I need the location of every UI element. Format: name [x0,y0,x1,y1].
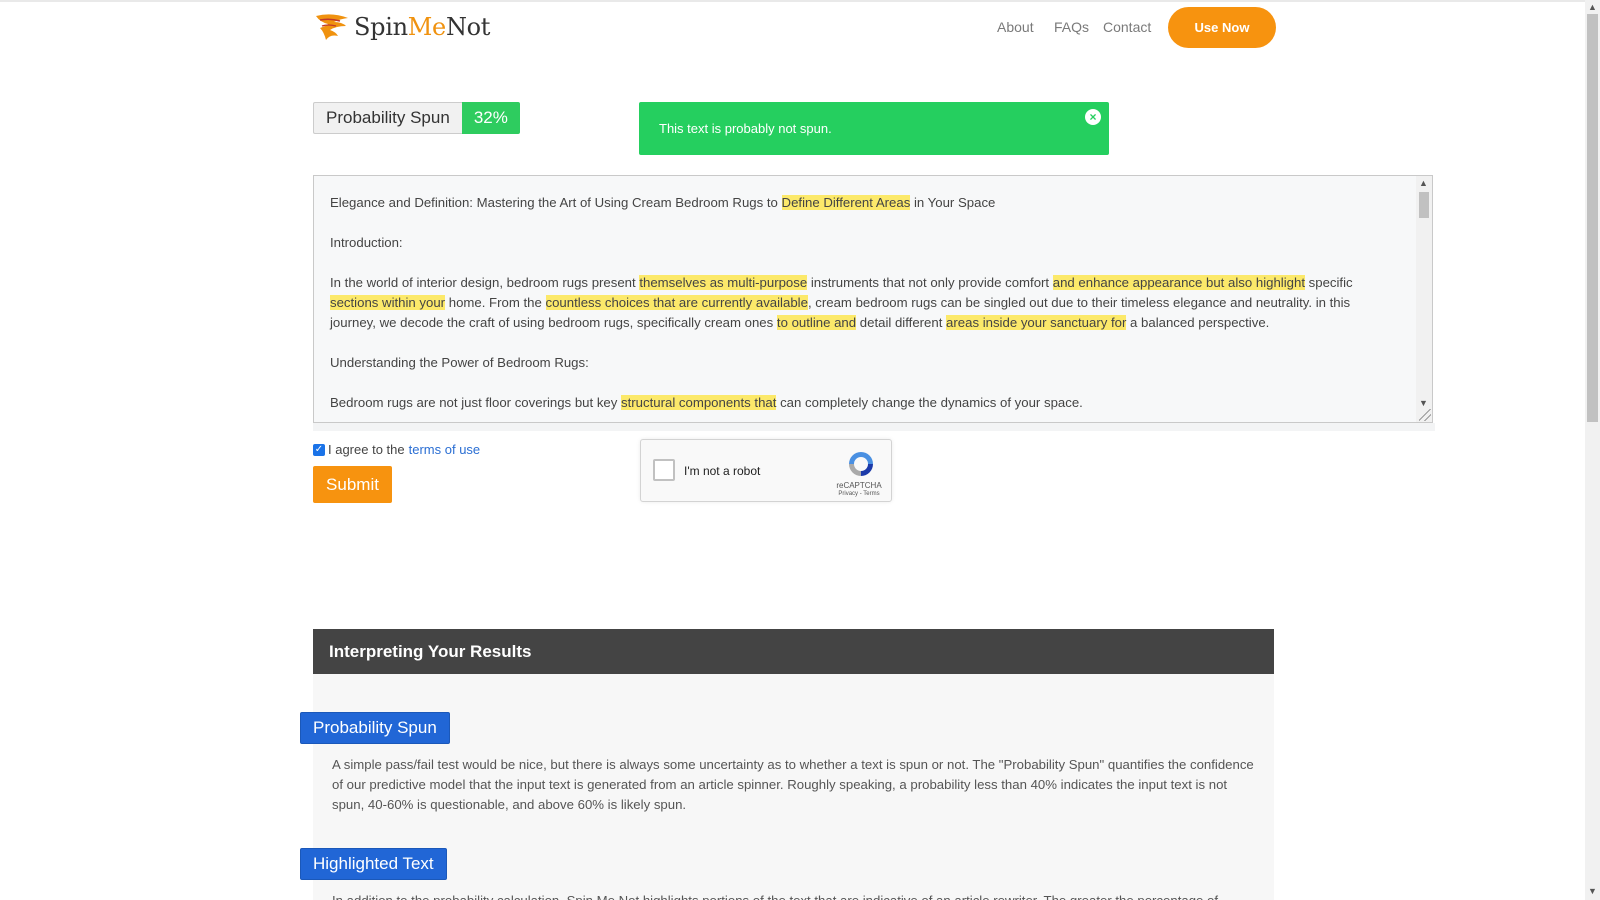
highlighted-phrase: areas inside your sanctuary for [946,315,1127,330]
text-content: Elegance and Definition: Mastering the A… [330,193,1390,422]
agree-label: I agree to the [328,442,405,457]
probability-badge: Probability Spun 32% [313,102,520,134]
top-border [0,0,1585,2]
highlighted-phrase: countless choices that are currently ava… [545,295,808,310]
highlighted-phrase: Define Different Areas [781,195,911,210]
highlighted-phrase: structural components that [621,395,777,410]
highlighted-text-description: In addition to the probability calculati… [332,891,1254,900]
nav-about-link[interactable]: About [997,19,1034,35]
probability-spun-heading: Probability Spun [300,712,450,744]
recaptcha-label: I'm not a robot [684,464,761,478]
scroll-up-icon[interactable]: ▲ [1419,178,1428,188]
result-alert: This text is probably not spun. × [639,102,1109,155]
agree-checkbox[interactable]: ✓ [313,443,325,456]
nav-contact-link[interactable]: Contact [1103,19,1151,35]
terms-of-use-link[interactable]: terms of use [409,442,481,457]
probability-spun-description: A simple pass/fail test would be nice, b… [332,757,1254,812]
close-icon[interactable]: × [1085,109,1101,125]
textarea-footer [313,423,1435,431]
textarea-scroll-thumb[interactable] [1419,192,1429,218]
recaptcha-widget: I'm not a robot reCAPTCHA Privacy - Term… [640,439,892,502]
brand-name: SpinMeNot [354,13,491,41]
submit-button[interactable]: Submit [313,466,392,503]
use-now-button[interactable]: Use Now [1168,7,1276,48]
recaptcha-logo-icon [849,452,873,476]
text-paragraph: Elegance and Definition: Mastering the A… [330,195,996,210]
highlighted-phrase: and enhance appearance but also highligh… [1052,275,1305,290]
probability-label: Probability Spun [313,102,462,134]
text-paragraph: Bedroom rugs are not just floor covering… [330,395,1083,410]
logo[interactable]: SpinMeNot [312,10,490,44]
results-title: Interpreting Your Results [313,629,1274,674]
probability-value: 32% [461,102,520,134]
highlighted-phrase: themselves as multi-purpose [639,275,808,290]
highlighted-phrase: to outline and [776,315,857,330]
recaptcha-privacy-terms[interactable]: Privacy - Terms [829,491,889,497]
text-paragraph: In the world of interior design, bedroom… [330,275,1353,330]
terms-agreement: ✓ I agree to the terms of use [313,442,480,457]
page-scroll-up-icon[interactable]: ▲ [1588,2,1597,12]
recaptcha-brand: reCAPTCHA [836,481,882,490]
nav-faqs-link[interactable]: FAQs [1054,19,1089,35]
text-paragraph: Understanding the Power of Bedroom Rugs: [330,355,589,370]
recaptcha-checkbox[interactable] [653,459,675,481]
resize-handle-icon[interactable] [1419,409,1431,421]
text-input-area[interactable]: Elegance and Definition: Mastering the A… [313,175,1433,423]
alert-message: This text is probably not spun. [659,121,832,136]
textarea-scrollbar[interactable]: ▲ ▼ [1416,176,1432,422]
page-scroll-thumb[interactable] [1587,14,1598,422]
highlighted-text-heading: Highlighted Text [300,848,447,880]
page-scroll-down-icon[interactable]: ▼ [1588,886,1597,896]
text-paragraph: Introduction: [330,235,403,250]
scroll-down-icon[interactable]: ▼ [1419,398,1428,408]
highlighted-phrase: sections within your [330,295,446,310]
spinner-logo-icon [316,14,348,40]
